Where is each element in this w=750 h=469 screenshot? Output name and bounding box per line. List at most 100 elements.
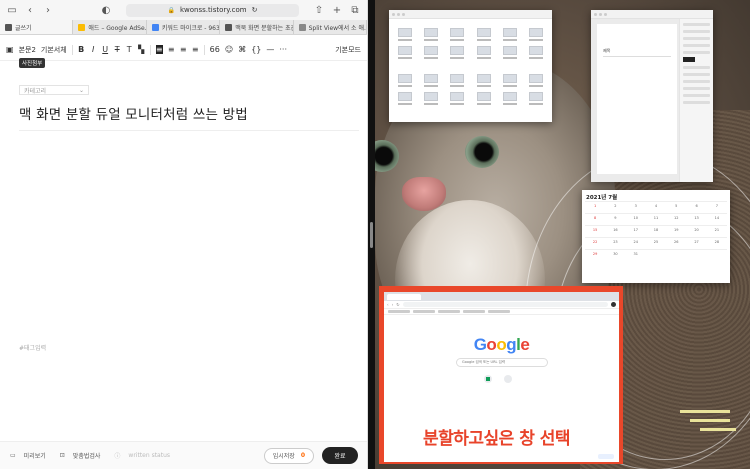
file-thumbnail[interactable] bbox=[525, 92, 547, 107]
calendar-day[interactable]: 30 bbox=[605, 249, 626, 261]
share-icon[interactable]: ⇧ bbox=[313, 4, 325, 16]
calendar-day[interactable]: 23 bbox=[605, 237, 626, 249]
file-thumbnail[interactable] bbox=[420, 46, 442, 61]
align-left-icon[interactable]: ≡ bbox=[155, 45, 163, 54]
close-dot[interactable] bbox=[392, 12, 395, 16]
file-thumbnail[interactable] bbox=[499, 28, 521, 43]
calendar-day[interactable] bbox=[645, 249, 667, 261]
calendar-day[interactable]: 17 bbox=[625, 225, 646, 237]
calendar-day[interactable]: 1 bbox=[585, 201, 606, 213]
preview-icon[interactable]: ▭ bbox=[10, 452, 16, 459]
calendar-window[interactable]: 2021년 7월 1 2 3 4 5 6 7 8 9 10 11 12 13 14 15 16 17 18 19 20… bbox=[582, 190, 730, 283]
calendar-day[interactable]: 8 bbox=[585, 213, 606, 225]
calendar-day[interactable]: 15 bbox=[585, 225, 606, 237]
add-shortcut-tile[interactable] bbox=[504, 375, 512, 383]
calendar-day[interactable]: 25 bbox=[645, 237, 667, 249]
file-thumbnail[interactable] bbox=[394, 74, 416, 89]
split-handle[interactable] bbox=[370, 222, 373, 248]
address-bar[interactable]: 🔒 kwonss.tistory.com ↻ bbox=[126, 3, 299, 17]
file-thumbnail[interactable] bbox=[420, 92, 442, 107]
calendar-day[interactable]: 7 bbox=[706, 201, 727, 213]
tab-overview-icon[interactable]: ⧉ bbox=[349, 4, 361, 16]
strike-icon[interactable]: T bbox=[114, 45, 121, 54]
file-thumbnail[interactable] bbox=[472, 92, 494, 107]
avatar[interactable] bbox=[611, 302, 616, 307]
forward-icon[interactable]: › bbox=[392, 302, 394, 307]
browser-tab[interactable]: Split View에서 소 애... bbox=[294, 20, 367, 34]
file-thumbnail[interactable] bbox=[499, 46, 521, 61]
preview-button[interactable]: 미리보기 bbox=[24, 451, 46, 460]
file-thumbnail[interactable] bbox=[394, 28, 416, 43]
spellcheck-button[interactable]: 맞춤법검사 bbox=[73, 451, 101, 460]
calendar-day[interactable]: 14 bbox=[706, 213, 727, 225]
file-thumbnail[interactable] bbox=[394, 92, 416, 107]
file-thumbnail[interactable] bbox=[499, 74, 521, 89]
file-thumbnail[interactable] bbox=[420, 28, 442, 43]
pages-document[interactable]: 제목 bbox=[597, 24, 677, 174]
pages-window[interactable]: 제목 bbox=[591, 10, 713, 182]
file-thumbnail[interactable] bbox=[499, 92, 521, 107]
italic-icon[interactable]: I bbox=[90, 45, 97, 54]
bookmark[interactable] bbox=[488, 310, 510, 313]
calendar-day[interactable] bbox=[706, 249, 727, 261]
align-right-icon[interactable]: ≡ bbox=[180, 45, 187, 54]
temp-save-button[interactable]: 임시저장 0 bbox=[263, 447, 314, 464]
done-button[interactable]: 완료 bbox=[322, 447, 358, 464]
calendar-day[interactable]: 16 bbox=[605, 225, 626, 237]
reload-icon[interactable]: ↻ bbox=[252, 6, 258, 14]
reload-icon[interactable]: ↻ bbox=[396, 302, 399, 307]
highlight-icon[interactable]: ▚ bbox=[138, 45, 145, 54]
calendar-day[interactable] bbox=[686, 249, 707, 261]
calendar-day[interactable]: 2 bbox=[605, 201, 626, 213]
browser-tab[interactable]: 키워드 마이크로 - 963... bbox=[147, 20, 221, 34]
calendar-day[interactable]: 5 bbox=[666, 201, 687, 213]
calendar-day[interactable]: 11 bbox=[645, 213, 667, 225]
paragraph-select[interactable]: 본문2 bbox=[19, 45, 36, 55]
shortcut-tile[interactable] bbox=[484, 375, 492, 383]
file-thumbnail[interactable] bbox=[446, 28, 468, 43]
new-tab-icon[interactable]: + bbox=[331, 4, 343, 16]
calendar-day[interactable]: 3 bbox=[625, 201, 646, 213]
file-thumbnail[interactable] bbox=[394, 46, 416, 61]
category-select[interactable]: 카테고리 ⌄ bbox=[19, 85, 89, 95]
file-thumbnail[interactable] bbox=[446, 92, 468, 107]
more-icon[interactable]: ··· bbox=[279, 45, 287, 54]
calendar-day[interactable]: 12 bbox=[666, 213, 687, 225]
minimize-dot[interactable] bbox=[397, 12, 400, 16]
underline-icon[interactable]: U bbox=[102, 45, 109, 54]
align-justify-icon[interactable]: ≡ bbox=[192, 45, 199, 54]
google-search-box[interactable]: Google 검색 또는 URL 입력 bbox=[456, 358, 548, 367]
bookmark[interactable] bbox=[388, 310, 410, 313]
font-select[interactable]: 기본서체 bbox=[41, 45, 67, 55]
calendar-day[interactable]: 22 bbox=[585, 237, 606, 249]
file-thumbnail[interactable] bbox=[525, 46, 547, 61]
bold-icon[interactable]: B bbox=[78, 45, 85, 54]
zoom-dot[interactable] bbox=[604, 12, 607, 16]
calendar-day[interactable]: 26 bbox=[666, 237, 687, 249]
browser-tab[interactable]: 글쓰기 bbox=[0, 20, 74, 34]
back-icon[interactable]: ‹ bbox=[24, 4, 36, 16]
spellcheck-icon[interactable]: ⊡ bbox=[60, 452, 65, 459]
bookmark[interactable] bbox=[438, 310, 460, 313]
calendar-day[interactable]: 6 bbox=[686, 201, 707, 213]
calendar-day[interactable]: 24 bbox=[625, 237, 646, 249]
finder-window[interactable] bbox=[389, 10, 552, 122]
back-icon[interactable]: ‹ bbox=[387, 302, 389, 307]
align-center-icon[interactable]: ≡ bbox=[168, 45, 175, 54]
calendar-day[interactable]: 27 bbox=[686, 237, 707, 249]
calendar-day[interactable]: 18 bbox=[645, 225, 667, 237]
emoji-icon[interactable]: ☺ bbox=[225, 45, 233, 54]
quote-icon[interactable]: 66 bbox=[210, 45, 220, 54]
omnibox[interactable] bbox=[402, 302, 608, 307]
image-icon[interactable]: ▣ bbox=[6, 45, 14, 54]
calendar-day[interactable]: 4 bbox=[645, 201, 667, 213]
chrome-tab[interactable] bbox=[387, 293, 421, 300]
bookmark[interactable] bbox=[463, 310, 485, 313]
browser-tab[interactable]: 맥북 화면 분할하는 초간... bbox=[220, 20, 294, 34]
file-thumbnail[interactable] bbox=[472, 46, 494, 61]
mode-select[interactable]: 기본모드 bbox=[335, 45, 361, 55]
hr-icon[interactable]: — bbox=[266, 45, 274, 54]
file-thumbnail[interactable] bbox=[446, 74, 468, 89]
sidebar-icon[interactable]: ▭ bbox=[6, 4, 18, 16]
file-thumbnail[interactable] bbox=[472, 74, 494, 89]
